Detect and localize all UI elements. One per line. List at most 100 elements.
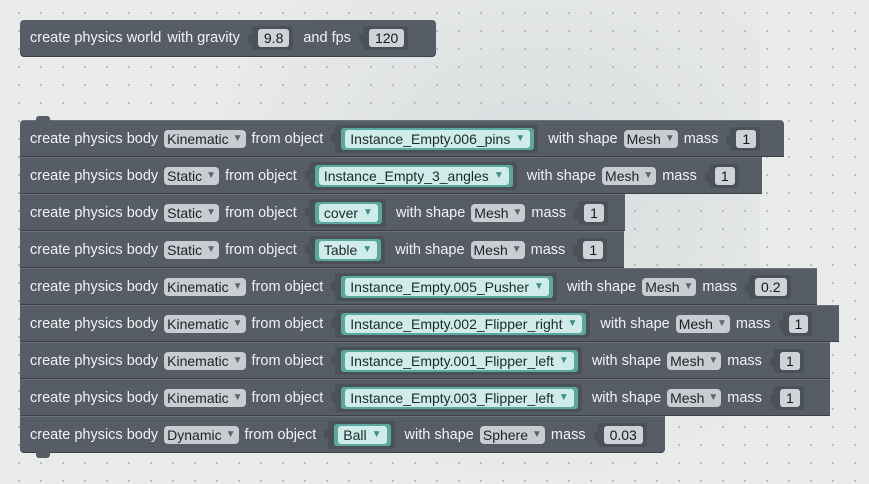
mass-input[interactable]: 1 [769,385,804,410]
body-type-dropdown[interactable]: Static ▼ [164,203,220,222]
dropdown-arrow-icon: ▼ [567,317,578,329]
shape-value: Mesh [473,241,508,258]
from-object-label: from object [251,352,324,369]
object-block[interactable]: Table ▼ [314,238,382,261]
object-dropdown[interactable]: Instance_Empty_3_angles ▼ [318,166,509,185]
object-socket[interactable]: Instance_Empty.003_Flipper_left ▼ [331,383,582,412]
mass-input[interactable]: 1 [769,348,804,373]
mass-value[interactable]: 1 [583,240,604,259]
shape-dropdown[interactable]: Mesh ▼ [602,166,657,185]
shape-value: Mesh [670,389,705,406]
object-block[interactable]: Instance_Empty.006_pins ▼ [341,127,535,150]
mass-input[interactable]: 1 [726,126,761,151]
create-body-label: create physics body [30,278,159,295]
blocks-workspace[interactable]: create physics world with gravity 9.8 an… [0,0,869,484]
create-body-label: create physics body [30,130,159,147]
mass-input[interactable]: 1 [704,163,739,188]
dropdown-arrow-icon: ▼ [363,206,373,218]
shape-dropdown[interactable]: Mesh ▼ [667,351,722,370]
body-type-dropdown[interactable]: Dynamic ▼ [164,425,239,444]
object-dropdown[interactable]: Instance_Empty.003_Flipper_left ▼ [345,388,574,407]
shape-dropdown[interactable]: Mesh ▼ [675,314,730,333]
mass-value[interactable]: 0.03 [603,425,643,444]
shape-dropdown[interactable]: Mesh ▼ [667,388,722,407]
gravity-value[interactable]: 9.8 [257,29,290,47]
body-type-dropdown[interactable]: Kinematic ▼ [164,351,246,370]
object-socket[interactable]: Ball ▼ [324,420,395,449]
mass-value[interactable]: 1 [779,388,800,407]
physics-body-block[interactable]: create physics body Kinematic ▼ from obj… [20,342,830,378]
physics-body-block[interactable]: create physics body Kinematic ▼ from obj… [20,116,784,156]
physics-body-block[interactable]: create physics body Kinematic ▼ from obj… [20,268,817,304]
object-dropdown[interactable]: Ball ▼ [338,425,387,444]
object-socket[interactable]: Instance_Empty.006_pins ▼ [331,124,539,153]
shape-value: Mesh [474,204,509,221]
mass-input[interactable]: 1 [574,200,608,225]
object-socket[interactable]: Instance_Empty.001_Flipper_left ▼ [331,346,582,375]
body-type-dropdown[interactable]: Kinematic ▼ [164,129,246,148]
body-type-dropdown[interactable]: Kinematic ▼ [164,388,246,407]
dropdown-arrow-icon: ▼ [232,317,243,329]
object-block[interactable]: Instance_Empty.005_Pusher ▼ [341,275,553,298]
object-block[interactable]: Ball ▼ [334,423,391,446]
object-dropdown[interactable]: Table ▼ [318,240,378,259]
object-socket[interactable]: Instance_Empty_3_angles ▼ [304,161,517,190]
mass-input[interactable]: 0.03 [593,422,647,447]
physics-body-block[interactable]: create physics body Kinematic ▼ from obj… [20,305,839,341]
shape-dropdown[interactable]: Mesh ▼ [642,277,697,296]
from-object-label: from object [251,389,324,406]
block-connector [36,116,50,122]
object-name: Ball [343,426,367,443]
object-name: Instance_Empty.002_Flipper_right [350,315,563,332]
mass-value[interactable]: 0.2 [755,277,787,296]
shape-dropdown[interactable]: Sphere ▼ [479,425,545,444]
physics-body-block[interactable]: create physics body Kinematic ▼ from obj… [20,379,830,415]
shape-dropdown[interactable]: Mesh ▼ [623,129,678,148]
object-block[interactable]: Instance_Empty.001_Flipper_left ▼ [341,349,578,372]
object-block[interactable]: Instance_Empty.002_Flipper_right ▼ [341,312,587,335]
object-block[interactable]: Instance_Empty.003_Flipper_left ▼ [341,386,578,409]
mass-value[interactable]: 1 [779,351,800,370]
block-connector [36,452,50,458]
mass-value[interactable]: 1 [714,166,735,185]
from-object-label: from object [251,130,324,147]
object-dropdown[interactable]: Instance_Empty.001_Flipper_left ▼ [345,351,574,370]
body-type-dropdown[interactable]: Static ▼ [164,166,220,185]
body-type-dropdown[interactable]: Static ▼ [164,240,220,259]
body-type-dropdown[interactable]: Kinematic ▼ [164,314,246,333]
mass-value[interactable]: 1 [584,203,604,222]
object-socket[interactable]: Instance_Empty.005_Pusher ▼ [331,272,557,301]
object-socket[interactable]: Table ▼ [304,235,386,264]
physics-body-block[interactable]: create physics body Dynamic ▼ from objec… [20,416,665,458]
mass-label: mass [530,241,566,258]
physics-body-block[interactable]: create physics body Static ▼ from object… [20,231,624,267]
fps-input[interactable]: 120 [358,26,409,50]
shape-dropdown[interactable]: Mesh ▼ [470,240,525,259]
mass-input[interactable]: 1 [778,311,813,336]
shape-dropdown[interactable]: Mesh ▼ [471,203,526,222]
gravity-input[interactable]: 9.8 [247,26,294,50]
mass-input[interactable]: 0.2 [745,274,791,299]
physics-body-block[interactable]: create physics body Static ▼ from object… [20,157,762,193]
object-socket[interactable]: Instance_Empty.002_Flipper_right ▼ [331,309,591,338]
body-type-value: Kinematic [167,315,229,332]
physics-world-block[interactable]: create physics world with gravity 9.8 an… [20,20,436,56]
shape-value: Mesh [626,130,661,147]
physics-body-block[interactable]: create physics body Static ▼ from object… [20,194,625,230]
object-dropdown[interactable]: Instance_Empty.002_Flipper_right ▼ [345,314,583,333]
fps-label: and fps [303,30,351,46]
object-dropdown[interactable]: Instance_Empty.006_pins ▼ [345,129,531,148]
object-block[interactable]: cover ▼ [314,201,382,224]
mass-input[interactable]: 1 [573,237,608,262]
mass-value[interactable]: 1 [788,314,809,333]
mass-value[interactable]: 1 [736,129,757,148]
object-block[interactable]: Instance_Empty_3_angles ▼ [314,164,513,187]
create-body-label: create physics body [30,426,159,443]
body-type-dropdown[interactable]: Kinematic ▼ [164,277,246,296]
object-socket[interactable]: cover ▼ [304,198,386,227]
with-shape-label: with shape [395,241,465,258]
object-name: Instance_Empty.005_Pusher [350,278,530,295]
object-dropdown[interactable]: cover ▼ [318,203,378,222]
object-dropdown[interactable]: Instance_Empty.005_Pusher ▼ [345,277,549,296]
fps-value[interactable]: 120 [368,29,405,47]
